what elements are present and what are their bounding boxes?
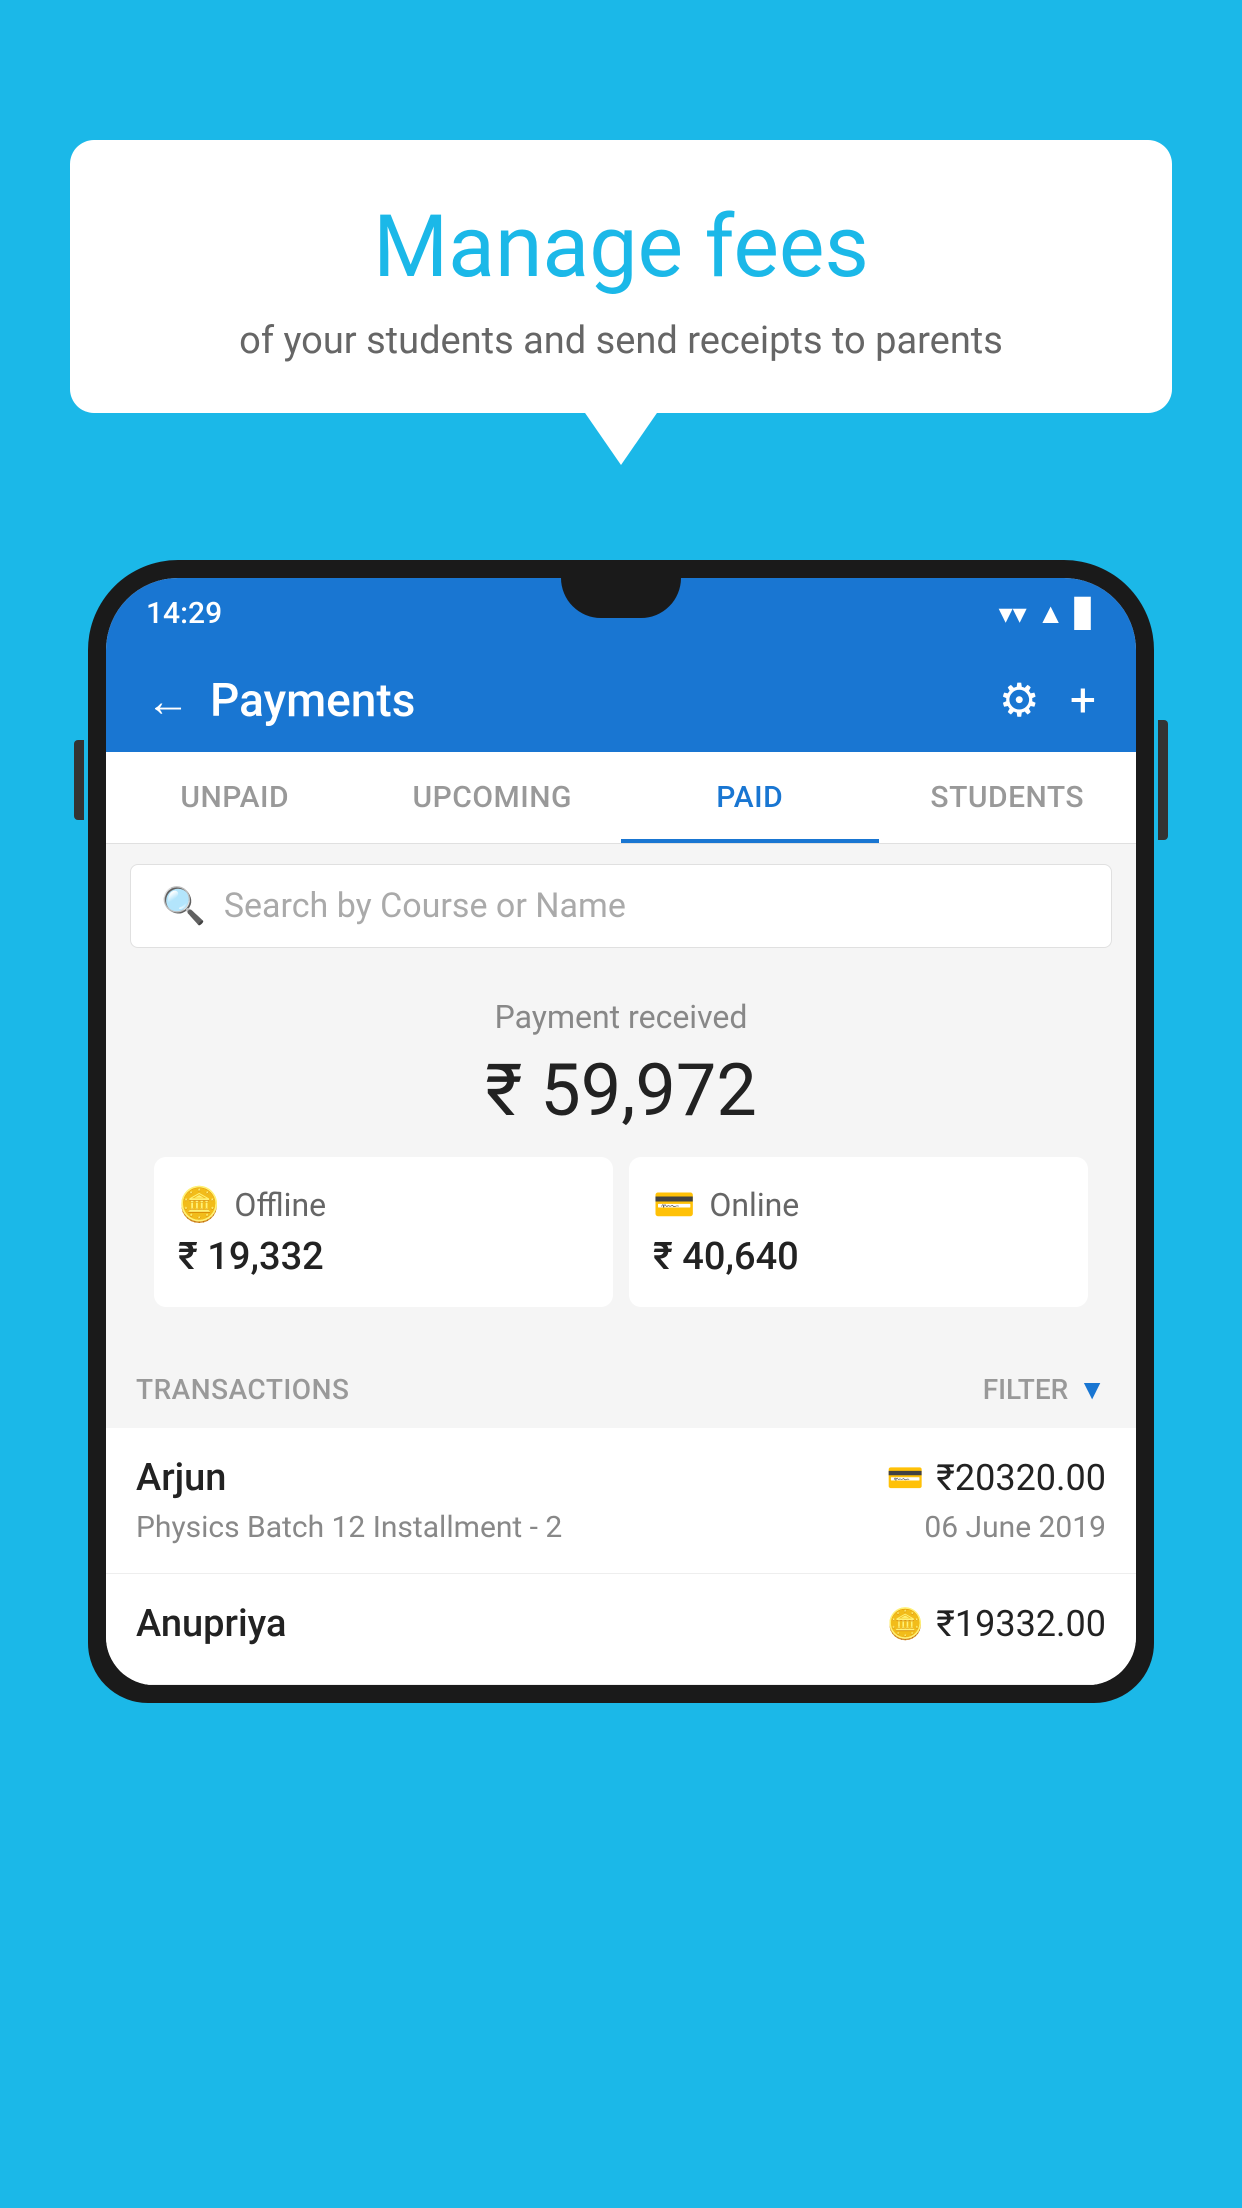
transaction-top-anupriya: Anupriya 🪙 ₹19332.00 <box>136 1602 1106 1646</box>
online-card: 💳 Online ₹ 40,640 <box>629 1157 1088 1307</box>
cash-icon: 🪙 <box>887 1607 924 1642</box>
transaction-amount-wrap: 💳 ₹20320.00 <box>887 1457 1106 1499</box>
filter-label: FILTER <box>983 1373 1069 1406</box>
back-button[interactable]: ← <box>146 675 190 727</box>
status-time: 14:29 <box>146 596 222 631</box>
tabs-container: UNPAID UPCOMING PAID STUDENTS <box>106 752 1136 844</box>
transaction-name: Arjun <box>136 1456 226 1500</box>
bubble-subtitle: of your students and send receipts to pa… <box>130 319 1112 363</box>
speech-bubble-section: Manage fees of your students and send re… <box>70 140 1172 413</box>
offline-amount: ₹ 19,332 <box>178 1235 324 1279</box>
transaction-amount: ₹20320.00 <box>936 1457 1106 1499</box>
battery-icon: ▊ <box>1074 597 1096 630</box>
transactions-header: TRANSACTIONS FILTER ▼ <box>106 1351 1136 1428</box>
wifi-icon: ▾▾ <box>999 597 1027 630</box>
filter-icon: ▼ <box>1078 1373 1106 1406</box>
offline-card: 🪙 Offline ₹ 19,332 <box>154 1157 613 1307</box>
search-input[interactable]: Search by Course or Name <box>224 886 626 926</box>
table-row[interactable]: Arjun 💳 ₹20320.00 Physics Batch 12 Insta… <box>106 1428 1136 1574</box>
payment-summary: Payment received ₹ 59,972 🪙 Offline ₹ 19… <box>106 968 1136 1351</box>
transaction-amount-2: ₹19332.00 <box>936 1603 1106 1645</box>
signal-icon: ▲ <box>1037 597 1065 630</box>
transactions-label: TRANSACTIONS <box>136 1373 349 1406</box>
gear-icon[interactable]: ⚙ <box>999 673 1040 728</box>
bubble-title: Manage fees <box>130 200 1112 295</box>
online-icon: 💳 <box>653 1185 695 1225</box>
card-icon: 💳 <box>887 1461 924 1496</box>
search-bar[interactable]: 🔍 Search by Course or Name <box>130 864 1112 948</box>
tab-unpaid[interactable]: UNPAID <box>106 752 364 843</box>
speech-bubble: Manage fees of your students and send re… <box>70 140 1172 413</box>
tab-students[interactable]: STUDENTS <box>879 752 1137 843</box>
transaction-date: 06 June 2019 <box>924 1510 1106 1545</box>
filter-button[interactable]: FILTER ▼ <box>983 1373 1106 1406</box>
transaction-course: Physics Batch 12 Installment - 2 <box>136 1510 562 1545</box>
transaction-top-arjun: Arjun 💳 ₹20320.00 <box>136 1456 1106 1500</box>
offline-label: Offline <box>234 1186 326 1224</box>
online-label: Online <box>709 1186 799 1224</box>
search-container: 🔍 Search by Course or Name <box>106 844 1136 968</box>
phone-side-button-right <box>1158 720 1168 840</box>
phone-side-button-left <box>74 740 84 820</box>
payment-cards-row: 🪙 Offline ₹ 19,332 💳 Online ₹ 40,640 <box>130 1157 1112 1331</box>
transaction-bottom-arjun: Physics Batch 12 Installment - 2 06 June… <box>136 1510 1106 1545</box>
phone-outer: 14:29 ▾▾ ▲ ▊ ← Payments ⚙ + <box>88 560 1154 1703</box>
status-icons: ▾▾ ▲ ▊ <box>999 597 1096 630</box>
offline-card-top: 🪙 Offline <box>178 1185 326 1225</box>
phone-mockup: 14:29 ▾▾ ▲ ▊ ← Payments ⚙ + <box>88 560 1154 2208</box>
header-right: ⚙ + <box>999 673 1096 728</box>
table-row[interactable]: Anupriya 🪙 ₹19332.00 <box>106 1574 1136 1685</box>
search-icon: 🔍 <box>161 885 206 927</box>
transaction-amount-wrap-2: 🪙 ₹19332.00 <box>887 1603 1106 1645</box>
payment-total-amount: ₹ 59,972 <box>130 1048 1112 1133</box>
online-amount: ₹ 40,640 <box>653 1235 799 1279</box>
payment-received-label: Payment received <box>130 998 1112 1036</box>
transaction-name: Anupriya <box>136 1602 286 1646</box>
add-button[interactable]: + <box>1070 674 1096 728</box>
online-card-top: 💳 Online <box>653 1185 799 1225</box>
page-title: Payments <box>210 674 415 728</box>
phone-screen: 14:29 ▾▾ ▲ ▊ ← Payments ⚙ + <box>106 578 1136 1685</box>
tab-paid[interactable]: PAID <box>621 752 879 843</box>
tab-upcoming[interactable]: UPCOMING <box>364 752 622 843</box>
header-left: ← Payments <box>146 674 415 728</box>
app-header: ← Payments ⚙ + <box>106 649 1136 752</box>
offline-icon: 🪙 <box>178 1185 220 1225</box>
